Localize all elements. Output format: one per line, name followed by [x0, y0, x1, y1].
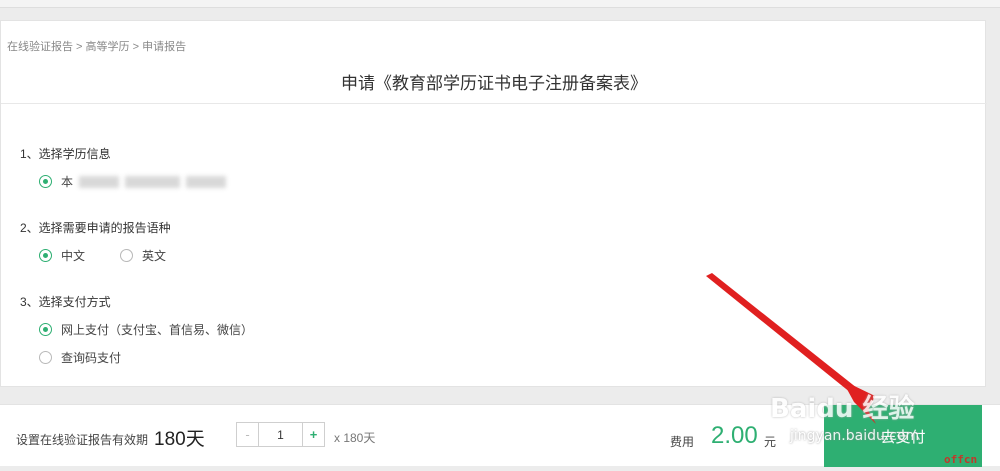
breadcrumb[interactable]: 在线验证报告 > 高等学历 > 申请报告 — [7, 38, 186, 54]
option-language-english[interactable]: 英文 — [120, 247, 166, 264]
radio-language-english[interactable] — [120, 249, 133, 262]
option-education-record[interactable]: 本 — [39, 173, 227, 190]
decrement-button[interactable]: - — [237, 423, 259, 446]
validity-days: 180天 — [154, 429, 205, 450]
page-title: 申请《教育部学历证书电子注册备案表》 — [341, 74, 647, 93]
redacted-text — [79, 175, 120, 188]
radio-education-record[interactable] — [39, 175, 52, 188]
validity-stepper: - 1 + — [236, 422, 325, 447]
validity-label: 设置在线验证报告有效期 — [16, 433, 149, 447]
radio-language-chinese[interactable] — [39, 249, 52, 262]
section-title-education: 1、选择学历信息 — [20, 147, 111, 161]
baidu-watermark-logo: Baidu 经验 — [770, 394, 915, 424]
section-title-language: 2、选择需要申请的报告语种 — [20, 221, 171, 235]
fee-unit: 元 — [764, 435, 777, 449]
redacted-text — [125, 175, 181, 188]
stepper-value[interactable]: 1 — [259, 423, 302, 446]
option-payment-query-code-label: 查询码支付 — [61, 351, 122, 365]
option-language-chinese-label: 中文 — [61, 249, 86, 263]
corner-watermark: offcn — [944, 453, 978, 466]
option-language-chinese[interactable]: 中文 — [39, 247, 85, 264]
option-payment-query-code[interactable]: 查询码支付 — [39, 349, 121, 366]
radio-payment-online[interactable] — [39, 323, 52, 336]
section-title-payment: 3、选择支付方式 — [20, 295, 111, 309]
baidu-watermark-url: jingyan.baidu.com — [790, 428, 920, 444]
option-language-english-label: 英文 — [142, 249, 167, 263]
fee-label: 费用 — [670, 435, 695, 449]
increment-button[interactable]: + — [302, 423, 324, 446]
radio-payment-query-code[interactable] — [39, 351, 52, 364]
option-payment-online-label: 网上支付（支付宝、首信易、微信） — [61, 323, 254, 337]
option-payment-online[interactable]: 网上支付（支付宝、首信易、微信） — [39, 321, 253, 338]
title-divider — [1, 103, 987, 104]
fee-amount: 2.00 — [711, 422, 758, 449]
days-multiplier: x 180天 — [334, 431, 376, 445]
redacted-text — [186, 175, 227, 188]
option-education-label: 本 — [61, 175, 74, 189]
application-card: 在线验证报告 > 高等学历 > 申请报告 申请《教育部学历证书电子注册备案表》 … — [0, 20, 987, 387]
top-strip — [0, 0, 1000, 8]
